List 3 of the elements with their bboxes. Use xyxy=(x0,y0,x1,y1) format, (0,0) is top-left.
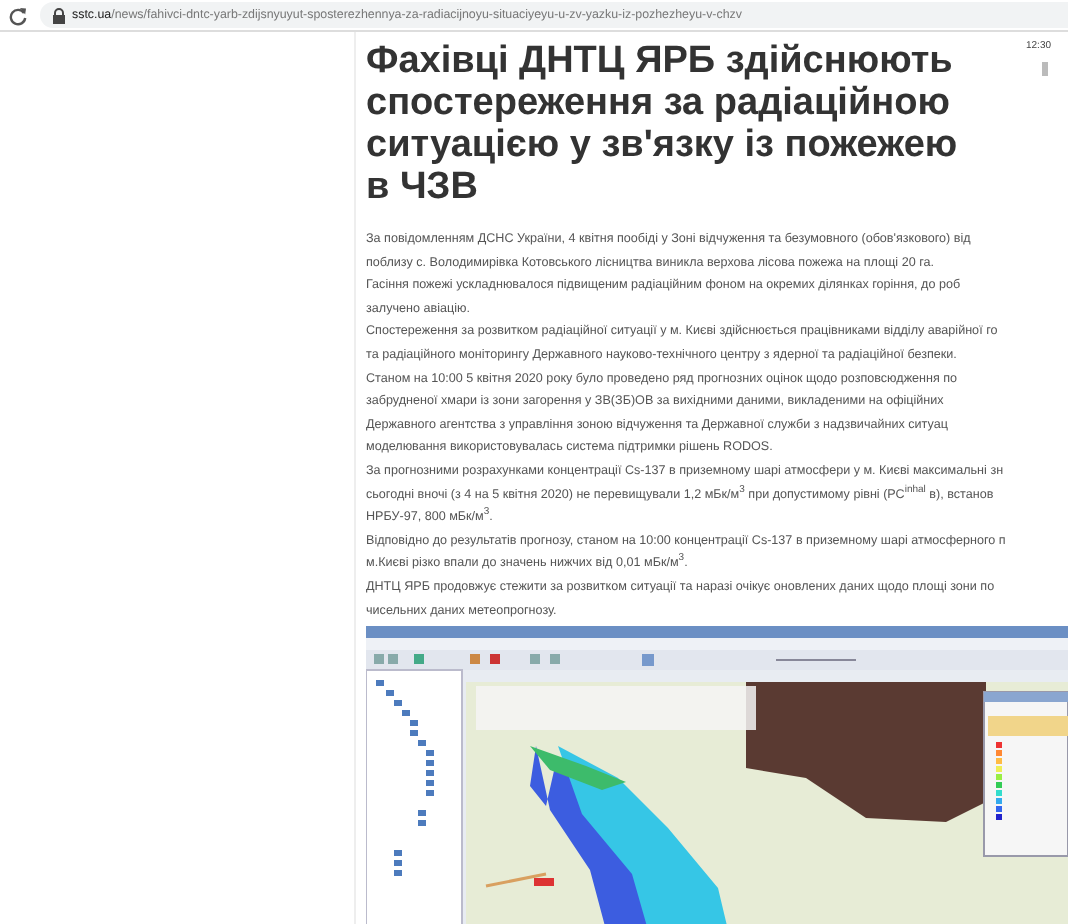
lock-icon xyxy=(52,7,66,23)
reload-icon[interactable] xyxy=(8,5,28,25)
article-title: Фахівці ДНТЦ ЯРБ здійснюють спостереження за радіаційною ситуацією у зв'язку із пожежею в ЧЗВ xyxy=(366,40,960,208)
